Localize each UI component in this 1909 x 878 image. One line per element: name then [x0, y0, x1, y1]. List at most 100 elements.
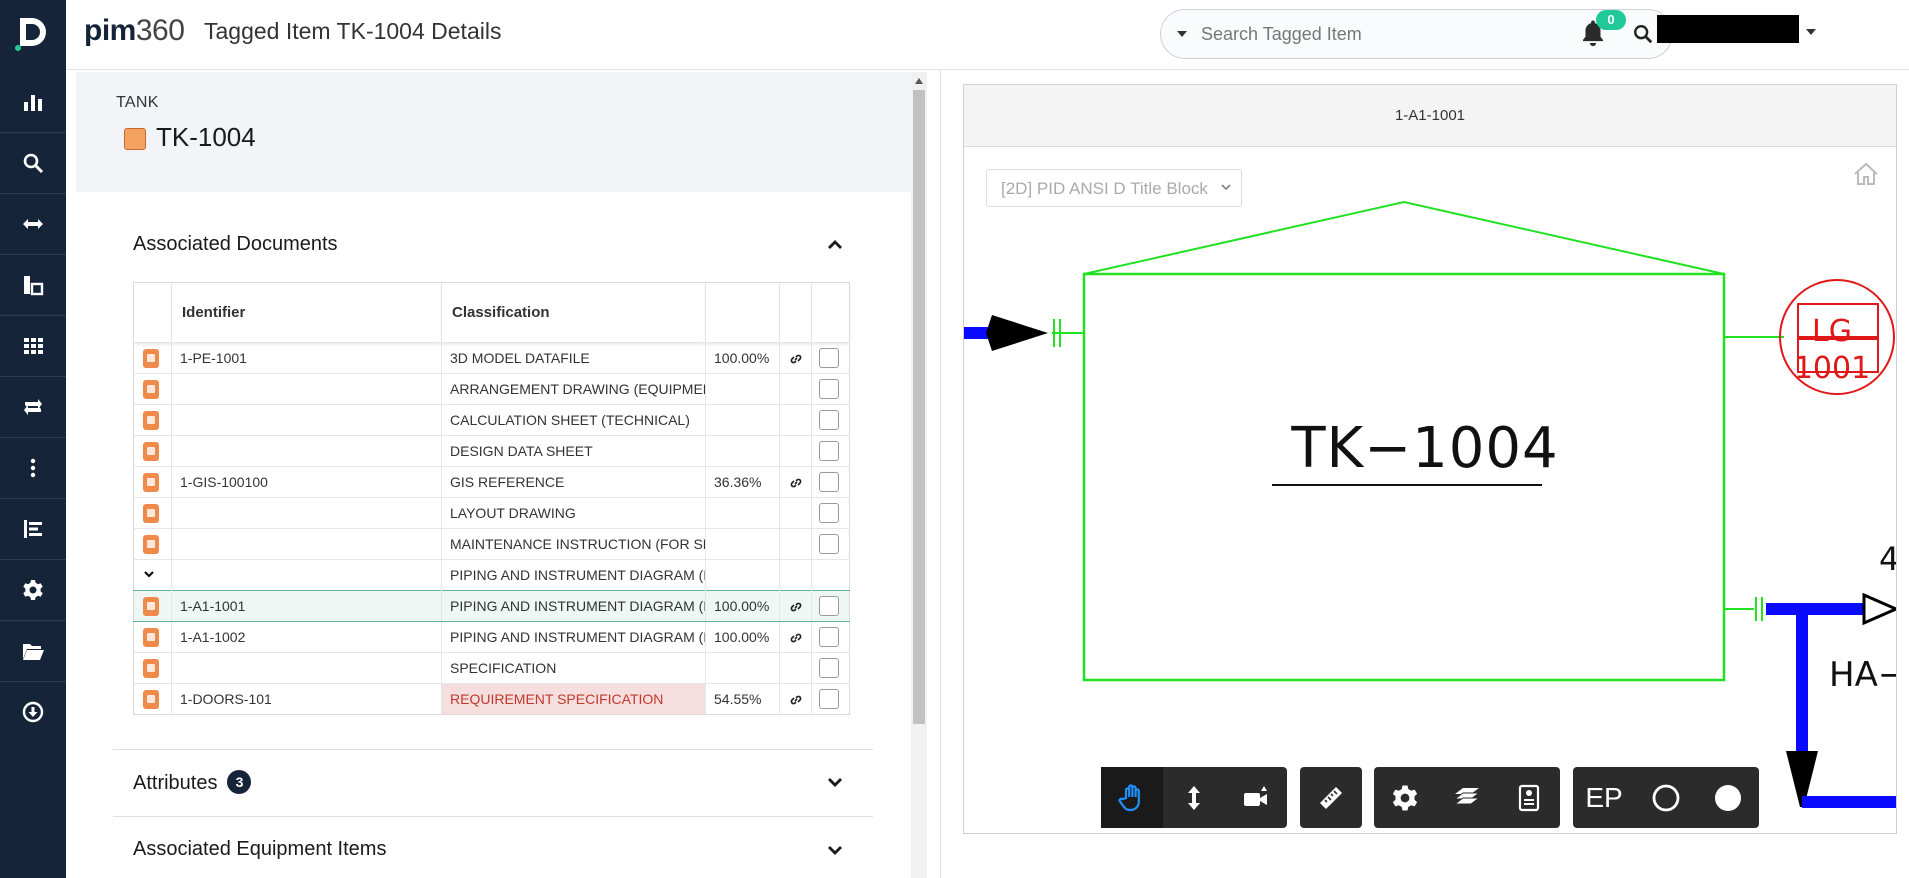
scroll-up-arrow-icon[interactable]: [915, 78, 923, 84]
viewer-settings-button[interactable]: [1374, 767, 1436, 828]
table-row[interactable]: SPECIFICATION: [133, 652, 850, 684]
link-icon[interactable]: [789, 600, 803, 614]
column-header-identifier[interactable]: Identifier: [171, 282, 442, 343]
link-icon[interactable]: [789, 693, 803, 707]
row-checkbox[interactable]: [819, 410, 839, 430]
measure-tool-button[interactable]: [1300, 767, 1362, 828]
classification-cell: GIS REFERENCE: [441, 466, 706, 498]
identifier-cell[interactable]: [171, 435, 442, 467]
document-icon[interactable]: [143, 627, 159, 647]
identifier-cell[interactable]: [171, 497, 442, 529]
sidebar-item-search[interactable]: [0, 133, 66, 193]
chevron-down-icon[interactable]: [143, 568, 155, 580]
column-header-classification[interactable]: Classification: [441, 282, 706, 343]
identifier-cell[interactable]: 1-GIS-100100: [171, 466, 442, 498]
properties-button[interactable]: [1498, 767, 1560, 828]
table-row[interactable]: 1-DOORS-101 REQUIREMENT SPECIFICATION 54.5…: [133, 683, 850, 715]
table-row[interactable]: 1-A1-1002 PIPING AND INSTRUMENT DIAGRAM (…: [133, 621, 850, 653]
pan-tool-button[interactable]: [1101, 767, 1163, 828]
row-icon-cell: [133, 466, 172, 498]
document-icon[interactable]: [143, 410, 159, 430]
table-row[interactable]: 1-PE-1001 3D MODEL DATAFILE 100.00%: [133, 342, 850, 374]
identifier-cell[interactable]: 1-PE-1001: [171, 342, 442, 374]
row-checkbox[interactable]: [819, 348, 839, 368]
search-input[interactable]: [1201, 22, 1601, 46]
user-menu[interactable]: [1657, 15, 1799, 43]
sidebar-item-reports[interactable]: [0, 255, 66, 315]
home-icon[interactable]: [1852, 161, 1880, 187]
row-checkbox[interactable]: [819, 503, 839, 523]
select-cell: [811, 590, 850, 622]
identifier-cell[interactable]: [171, 559, 442, 591]
table-row[interactable]: PIPING AND INSTRUMENT DIAGRAM (P&: [133, 559, 850, 591]
circle-outline-icon: [1652, 784, 1680, 811]
scrollbar-thumb[interactable]: [913, 90, 925, 724]
sidebar-item-more[interactable]: [0, 438, 66, 498]
row-checkbox[interactable]: [819, 658, 839, 678]
table-row[interactable]: DESIGN DATA SHEET: [133, 435, 850, 467]
document-icon[interactable]: [143, 534, 159, 554]
user-menu-caret-icon[interactable]: [1806, 29, 1816, 35]
section-associated-equipment[interactable]: Associated Equipment Items: [133, 838, 386, 861]
identifier-cell[interactable]: [171, 528, 442, 560]
document-icon[interactable]: [143, 472, 159, 492]
table-row[interactable]: MAINTENANCE INSTRUCTION (FOR SKILL: [133, 528, 850, 560]
sidebar-item-settings[interactable]: [0, 560, 66, 620]
sidebar-item-hierarchy[interactable]: [0, 499, 66, 559]
sidebar-item-dashboard[interactable]: [0, 72, 66, 132]
sidebar-item-sync[interactable]: [0, 377, 66, 437]
identifier-cell[interactable]: [171, 373, 442, 405]
table-row[interactable]: CALCULATION SHEET (TECHNICAL): [133, 404, 850, 436]
table-row[interactable]: 1-A1-1001 PIPING AND INSTRUMENT DIAGRAM (…: [133, 590, 850, 622]
table-row[interactable]: 1-GIS-100100 GIS REFERENCE 36.36%: [133, 466, 850, 498]
search-scope-dropdown-icon[interactable]: [1177, 31, 1187, 37]
pid-drawing-canvas[interactable]: [964, 147, 1896, 834]
circle-outline-button[interactable]: [1635, 767, 1697, 828]
document-icon[interactable]: [143, 503, 159, 523]
document-icon[interactable]: [143, 379, 159, 399]
row-checkbox[interactable]: [819, 379, 839, 399]
section-associated-documents[interactable]: Associated Documents: [133, 233, 338, 256]
camera-tool-button[interactable]: [1225, 767, 1287, 828]
identifier-cell[interactable]: [171, 404, 442, 436]
link-icon[interactable]: [789, 352, 803, 366]
chevron-down-icon[interactable]: [827, 774, 843, 790]
layers-button[interactable]: [1436, 767, 1498, 828]
sidebar-item-transfer[interactable]: [0, 194, 66, 254]
document-icon[interactable]: [143, 348, 159, 368]
document-icon[interactable]: [143, 658, 159, 678]
link-icon[interactable]: [789, 631, 803, 645]
identifier-cell[interactable]: 1-DOORS-101: [171, 683, 442, 715]
table-row[interactable]: ARRANGEMENT DRAWING (EQUIPMENT): [133, 373, 850, 405]
row-checkbox[interactable]: [819, 596, 839, 616]
ep-button[interactable]: EP: [1573, 767, 1635, 828]
completeness-percent-cell: 100.00%: [705, 590, 780, 622]
search-icon[interactable]: [1632, 23, 1654, 45]
section-attributes[interactable]: Attributes 3: [133, 770, 252, 795]
zoom-tool-button[interactable]: [1163, 767, 1225, 828]
row-checkbox[interactable]: [819, 689, 839, 709]
app-logo-icon[interactable]: [12, 12, 52, 52]
identifier-cell[interactable]: 1-A1-1001: [171, 590, 442, 622]
row-checkbox[interactable]: [819, 472, 839, 492]
sidebar-item-files[interactable]: [0, 621, 66, 681]
link-icon[interactable]: [789, 476, 803, 490]
document-icon[interactable]: [143, 441, 159, 461]
sidebar-item-apps[interactable]: [0, 316, 66, 376]
row-checkbox[interactable]: [819, 441, 839, 461]
chevron-up-icon[interactable]: [827, 237, 843, 253]
download-circle-icon: [22, 701, 44, 723]
identifier-cell[interactable]: 1-A1-1002: [171, 621, 442, 653]
identifier-cell[interactable]: [171, 652, 442, 684]
row-checkbox[interactable]: [819, 534, 839, 554]
circle-filled-button[interactable]: [1697, 767, 1759, 828]
sidebar-item-download[interactable]: [0, 682, 66, 742]
drawing-view-select[interactable]: [2D] PID ANSI D Title Block: [986, 169, 1242, 207]
table-row[interactable]: LAYOUT DRAWING: [133, 497, 850, 529]
document-icon[interactable]: [143, 689, 159, 709]
row-checkbox[interactable]: [819, 627, 839, 647]
brand-logo[interactable]: pim360: [84, 14, 185, 48]
document-icon[interactable]: [143, 596, 159, 616]
chevron-down-icon[interactable]: [827, 842, 843, 858]
classification-cell: REQUIREMENT SPECIFICATION: [441, 683, 706, 715]
